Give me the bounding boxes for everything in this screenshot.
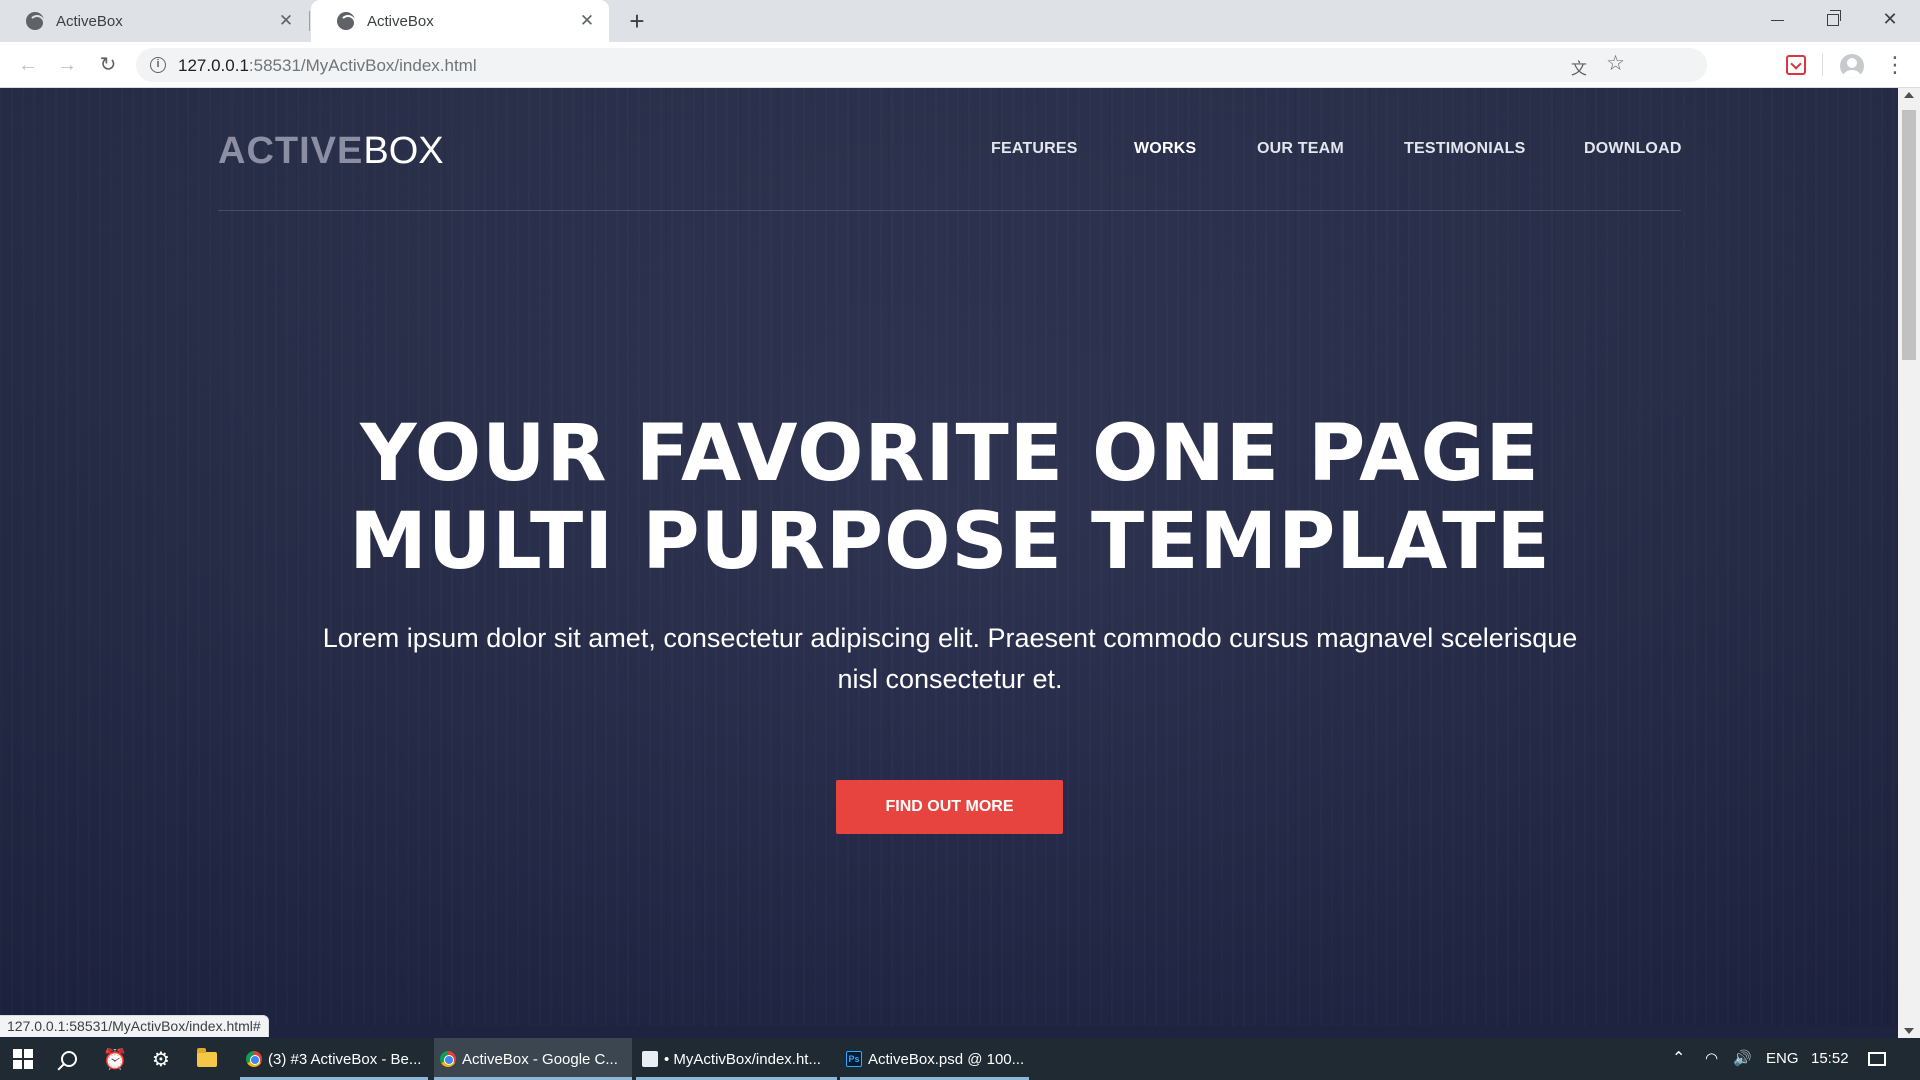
task-label: ActiveBox.psd @ 100... (868, 1050, 1025, 1068)
wifi-icon[interactable]: ◠ (1705, 1038, 1718, 1080)
globe-icon (26, 12, 45, 31)
nav-our-team[interactable]: OUR TEAM (1257, 140, 1344, 158)
nav-works[interactable]: WORKS (1134, 140, 1196, 158)
logo-light-text: BOX (363, 130, 444, 172)
arrow-left-icon: ← (18, 54, 38, 76)
toolbar-divider (1822, 54, 1823, 76)
tab-activebox-2[interactable]: ActiveBox ✕ (311, 0, 609, 42)
url-host: 127.0.0.1 (178, 56, 249, 75)
restore-button[interactable] (1805, 0, 1861, 38)
pocket-extension-icon[interactable] (1786, 55, 1806, 75)
reload-button[interactable]: ↻ (92, 49, 124, 81)
gear-icon: ⚙ (152, 1048, 170, 1071)
scroll-thumb[interactable] (1902, 110, 1916, 360)
tab-strip: ActiveBox ✕ ActiveBox ✕ + ✕ (0, 0, 1920, 42)
hero-title: YOUR FAVORITE ONE PAGE MULTI PURPOSE TEM… (200, 410, 1700, 586)
tab-title: ActiveBox (367, 12, 434, 30)
nav-divider (218, 210, 1681, 211)
windows-logo-icon (13, 1049, 33, 1069)
action-center-button[interactable] (1868, 1038, 1890, 1080)
hero-subtitle: Lorem ipsum dolor sit amet, consectetur … (322, 623, 1578, 694)
tab-activebox-1[interactable]: ActiveBox ✕ (0, 0, 308, 42)
arrow-right-icon: → (57, 54, 77, 76)
nav-download[interactable]: DOWNLOAD (1584, 140, 1682, 158)
browser-toolbar: ← → ↻ i 127.0.0.1:58531/MyActivBox/index… (0, 42, 1920, 88)
info-icon[interactable]: i (150, 57, 166, 73)
scroll-up-arrow-icon[interactable] (1904, 92, 1914, 98)
hero-title-line-1: YOUR FAVORITE ONE PAGE (360, 409, 1540, 499)
page-scrollbar[interactable] (1898, 88, 1920, 1038)
forward-button[interactable]: → (51, 49, 83, 81)
logo-bold-text: ACTIVE (218, 130, 364, 172)
back-button[interactable]: ← (12, 49, 44, 81)
globe-icon (337, 12, 356, 31)
site-logo[interactable]: ACTIVEBOX (218, 130, 444, 173)
start-button[interactable] (0, 1038, 46, 1080)
alarm-clock-icon: ⏰ (102, 1048, 128, 1071)
volume-icon[interactable]: 🔊 (1733, 1038, 1752, 1080)
minimize-icon (1770, 19, 1784, 21)
taskbar-item-photoshop[interactable]: Ps ActiveBox.psd @ 100... (840, 1038, 1029, 1080)
windows-taskbar: ⏰ ⚙ (3) #3 ActiveBox - Be... ActiveBox -… (0, 1038, 1920, 1080)
search-icon (61, 1051, 77, 1067)
chrome-icon (246, 1051, 262, 1067)
menu-dots-icon[interactable]: ⋮ (1884, 50, 1906, 80)
minimize-button[interactable] (1749, 0, 1805, 38)
alarm-clock-app[interactable]: ⏰ (92, 1038, 138, 1080)
close-icon: ✕ (1882, 9, 1898, 29)
close-window-button[interactable]: ✕ (1862, 0, 1918, 38)
folder-icon (197, 1047, 217, 1067)
taskbar-item-chrome-youtube[interactable]: (3) #3 ActiveBox - Be... (240, 1038, 428, 1080)
bookmark-star-icon[interactable]: ☆ (1606, 51, 1625, 76)
url-text[interactable]: 127.0.0.1:58531/MyActivBox/index.html (178, 56, 477, 76)
file-explorer-app[interactable] (184, 1038, 230, 1080)
taskbar-item-chrome-activebox[interactable]: ActiveBox - Google C... (434, 1038, 632, 1080)
nav-testimonials[interactable]: TESTIMONIALS (1404, 140, 1526, 158)
find-out-more-button[interactable]: FIND OUT MORE (836, 780, 1063, 834)
task-label: (3) #3 ActiveBox - Be... (268, 1050, 422, 1068)
chrome-icon (440, 1051, 456, 1067)
hero-title-line-2: MULTI PURPOSE TEMPLATE (349, 497, 1551, 587)
task-label: ActiveBox - Google C... (462, 1050, 618, 1068)
typora-icon (642, 1051, 658, 1067)
taskbar-item-typora[interactable]: • MyActivBox/index.ht... (636, 1038, 837, 1080)
close-tab-icon[interactable]: ✕ (276, 11, 296, 31)
new-tab-button[interactable]: + (622, 6, 652, 36)
settings-app[interactable]: ⚙ (138, 1038, 184, 1080)
nav-features[interactable]: FEATURES (991, 140, 1078, 158)
status-bar-url: 127.0.0.1:58531/MyActivBox/index.html# (0, 1015, 269, 1037)
notification-icon (1868, 1052, 1886, 1067)
page-viewport: ACTIVEBOX FEATURES WORKS OUR TEAM TESTIM… (0, 88, 1898, 1026)
language-indicator[interactable]: ENG (1766, 1038, 1799, 1080)
url-path: :58531/MyActivBox/index.html (248, 56, 477, 75)
profile-avatar[interactable] (1840, 54, 1864, 78)
close-tab-icon[interactable]: ✕ (577, 11, 597, 31)
address-bar[interactable]: i 127.0.0.1:58531/MyActivBox/index.html … (136, 48, 1707, 82)
scroll-down-arrow-icon[interactable] (1904, 1028, 1914, 1034)
photoshop-icon: Ps (846, 1051, 862, 1067)
clock[interactable]: 15:52 (1811, 1038, 1849, 1080)
tab-separator (309, 11, 310, 31)
reload-icon: ↻ (99, 54, 117, 76)
restore-icon (1827, 10, 1841, 27)
tab-title: ActiveBox (56, 12, 123, 30)
show-hidden-icons-chevron-icon[interactable]: ⌃ (1672, 1038, 1685, 1080)
task-label: • MyActivBox/index.ht... (664, 1050, 821, 1068)
translate-icon[interactable]: 文 (1571, 55, 1587, 79)
search-button[interactable] (46, 1038, 92, 1080)
